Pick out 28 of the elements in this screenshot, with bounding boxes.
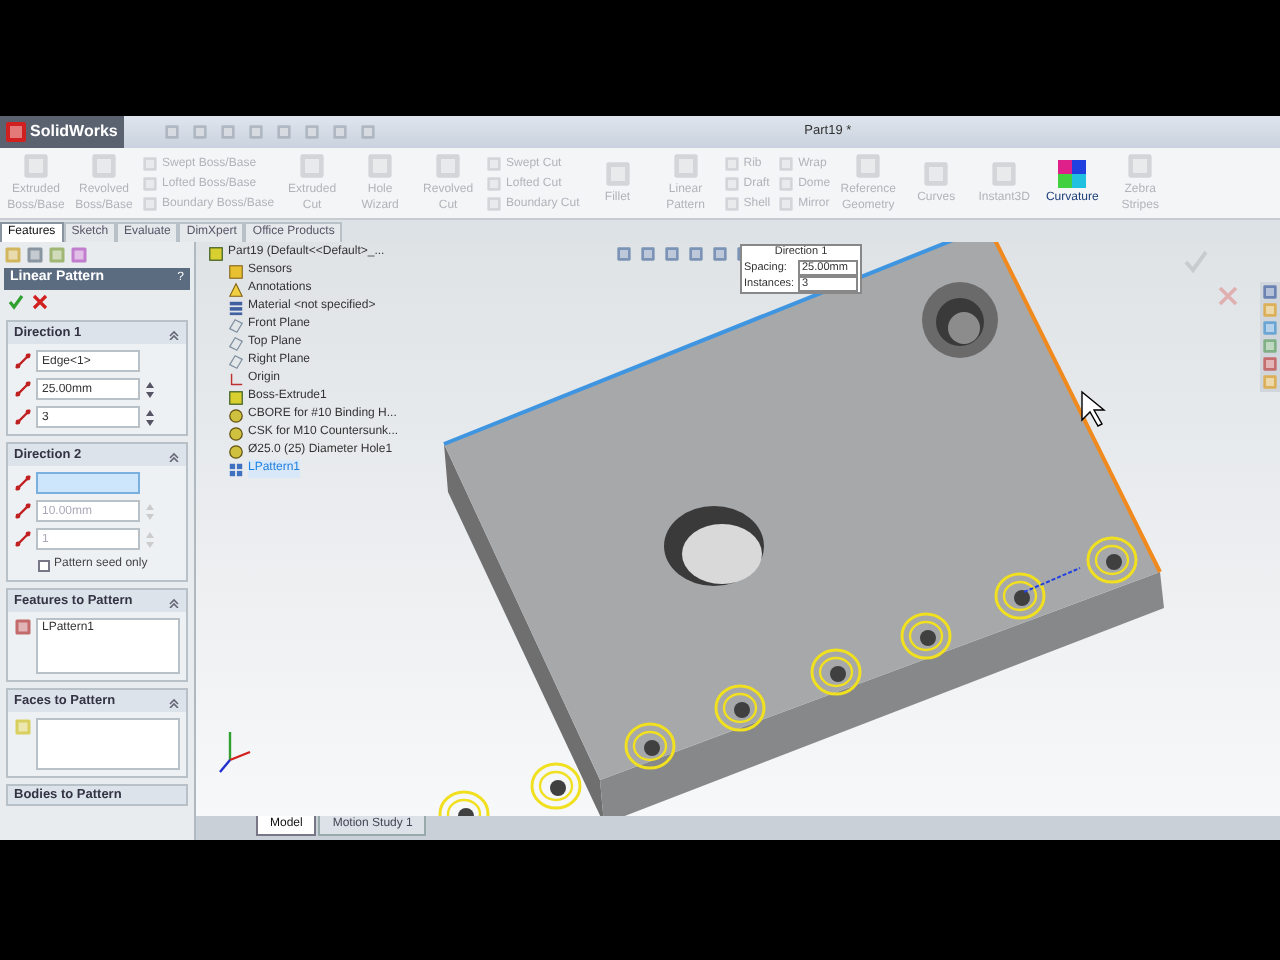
collapse-icon[interactable] (168, 695, 180, 707)
axis-triad-drawing (219, 732, 251, 773)
feature-icon (990, 160, 1019, 188)
logo-icon (6, 122, 26, 142)
collapse-icon[interactable] (168, 449, 180, 461)
spacing-icon (14, 380, 32, 398)
cursor-icon (1081, 390, 1106, 427)
logo-text: SolidWorks (30, 120, 118, 144)
graphics-area[interactable] (196, 242, 1280, 816)
app-logo[interactable]: SolidWorks (0, 116, 124, 148)
instances-icon (14, 408, 32, 426)
feature-icon (603, 160, 632, 188)
feature-icon (922, 160, 951, 188)
spinner-icon[interactable] (144, 407, 156, 427)
direction-icon (14, 352, 32, 370)
checkbox[interactable] (38, 559, 50, 571)
direction-icon (14, 474, 32, 492)
faces-icon (14, 718, 32, 736)
spacing-icon (14, 502, 32, 520)
input-field[interactable] (36, 472, 140, 494)
instances-icon (14, 530, 32, 548)
close-icon[interactable] (32, 294, 48, 310)
ok-icon[interactable] (8, 294, 24, 310)
spinner-icon[interactable] (144, 379, 156, 399)
collapse-icon[interactable] (168, 595, 180, 607)
features-icon (14, 618, 32, 636)
curvature-icon (1058, 160, 1087, 188)
collapse-icon[interactable] (168, 327, 180, 339)
